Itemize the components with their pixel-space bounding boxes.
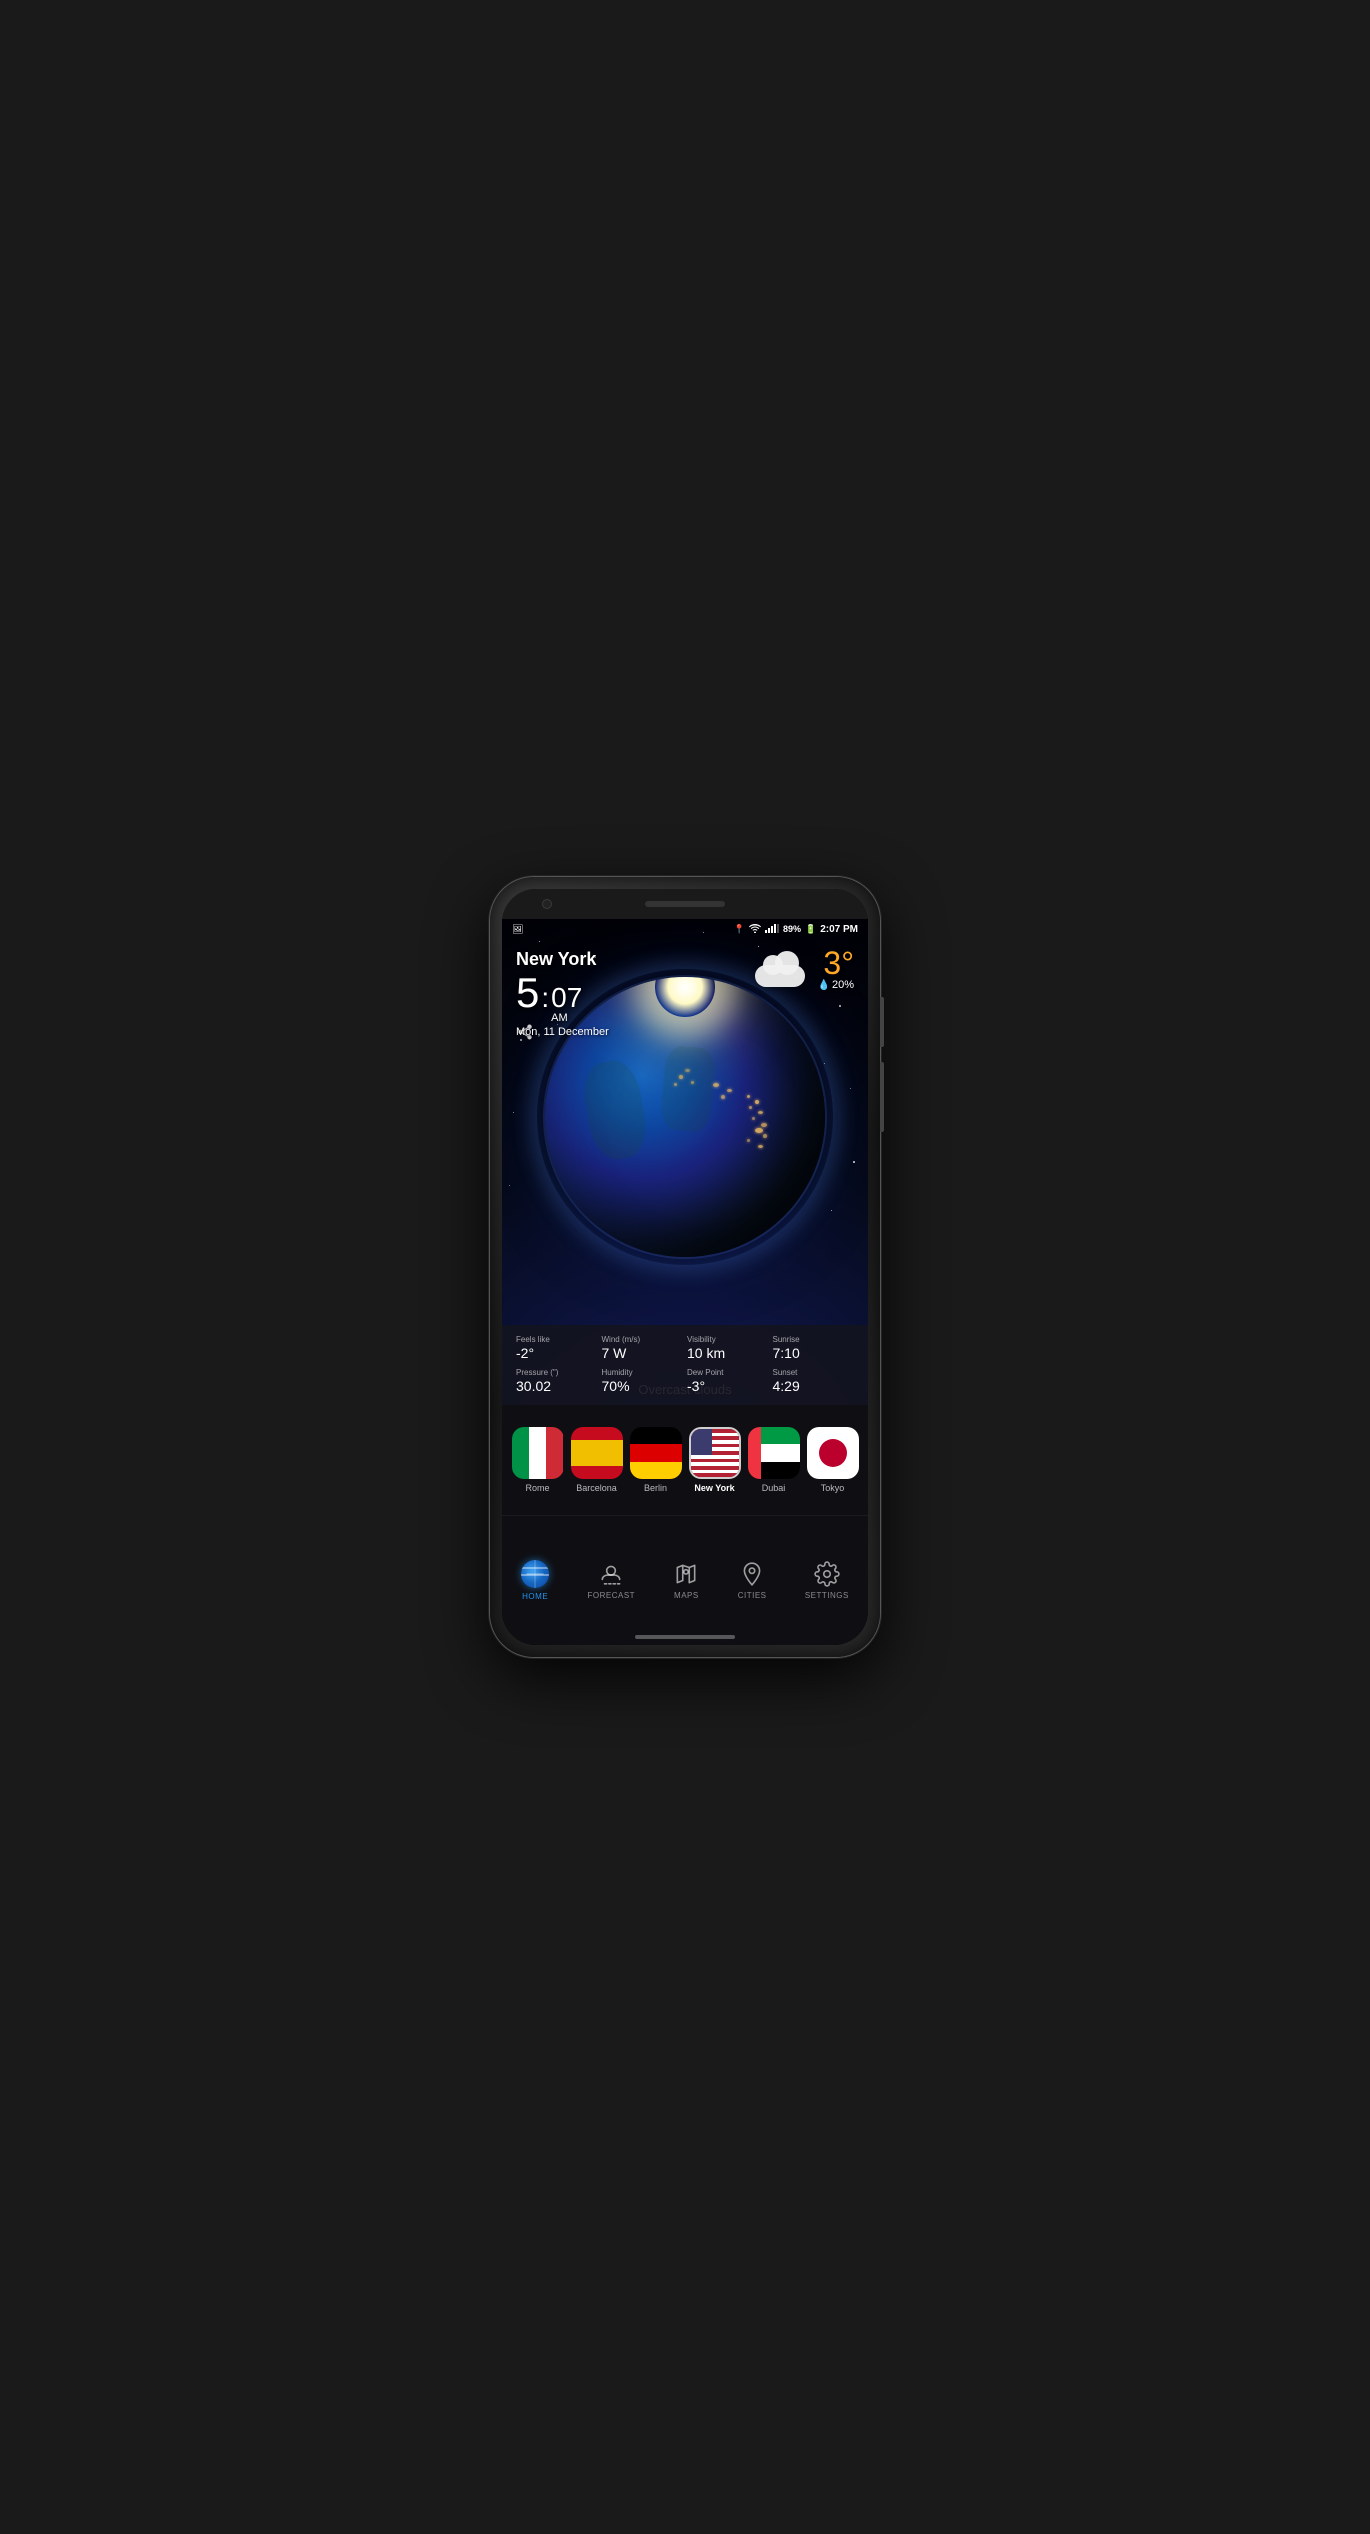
sunset-value: 4:29 (773, 1377, 855, 1395)
wind-value: 7 W (602, 1344, 684, 1362)
wind-label: Wind (m/s) (602, 1335, 684, 1344)
battery-percent: 89% (783, 924, 801, 934)
sunset-label: Sunset (773, 1368, 855, 1377)
detail-dew-point: Dew Point -3° (687, 1368, 769, 1395)
nav-settings-label: SETTINGS (805, 1591, 849, 1600)
city-label-barcelona: Barcelona (576, 1483, 617, 1493)
detail-humidity: Humidity 70% (602, 1368, 684, 1395)
city-selector: Rome Barcelona (502, 1405, 868, 1515)
city-label-tokyo: Tokyo (821, 1483, 845, 1493)
bottom-navigation: HOME FORECAST M (502, 1515, 868, 1645)
nav-home[interactable]: HOME (513, 1552, 557, 1609)
nav-cities-label: CITIES (738, 1591, 767, 1600)
time-hour: 5 (516, 972, 539, 1014)
city-item-rome[interactable]: Rome (512, 1427, 564, 1493)
city-label-rome: Rome (525, 1483, 549, 1493)
speaker (645, 901, 725, 907)
detail-visibility: Visibility 10 km (687, 1335, 769, 1362)
time-ampm: AM (551, 1012, 568, 1024)
feels-like-label: Feels like (516, 1335, 598, 1344)
visibility-value: 10 km (687, 1344, 769, 1362)
city-item-newyork[interactable]: New York (689, 1427, 741, 1493)
detail-sunset: Sunset 4:29 (773, 1368, 855, 1395)
city-item-dubai[interactable]: Dubai (748, 1427, 800, 1493)
time-min-ampm: 07 AM (551, 984, 582, 1024)
city-label-berlin: Berlin (644, 1483, 667, 1493)
weather-details-panel: Feels like -2° Wind (m/s) 7 W Visibility… (502, 1325, 868, 1405)
city-item-tokyo[interactable]: Tokyo (807, 1427, 859, 1493)
detail-wind: Wind (m/s) 7 W (602, 1335, 684, 1362)
settings-icon (814, 1561, 840, 1587)
nav-home-label: HOME (522, 1592, 548, 1601)
phone-device: 🖼 📍 89% 🔋 2:07 PM (490, 877, 880, 1657)
nav-forecast[interactable]: FORECAST (579, 1553, 643, 1608)
city-name: New York (516, 949, 854, 970)
flag-dubai (748, 1427, 800, 1479)
time-minutes: 07 (551, 984, 582, 1012)
sunrise-value: 7:10 (773, 1344, 855, 1362)
visibility-label: Visibility (687, 1335, 769, 1344)
detail-sunrise: Sunrise 7:10 (773, 1335, 855, 1362)
city-item-barcelona[interactable]: Barcelona (571, 1427, 623, 1493)
screen-content: 🖼 📍 89% 🔋 2:07 PM (502, 917, 868, 1645)
weather-overlay: New York 5 : 07 AM Mon, 11 December (502, 941, 868, 1046)
forecast-icon (598, 1561, 624, 1587)
front-camera (542, 899, 552, 909)
nav-maps-label: MAPS (674, 1591, 699, 1600)
nav-maps[interactable]: MAPS (665, 1553, 707, 1608)
phone-screen: 🖼 📍 89% 🔋 2:07 PM (502, 889, 868, 1645)
location-icon: 📍 (734, 924, 745, 935)
city-label-dubai: Dubai (762, 1483, 786, 1493)
clock-time: 2:07 PM (820, 924, 858, 935)
humidity-value: 70% (602, 1377, 684, 1395)
city-label-newyork: New York (694, 1483, 734, 1493)
cities-icon (739, 1561, 765, 1587)
flag-newyork (689, 1427, 741, 1479)
battery-icon: 🔋 (805, 924, 816, 935)
detail-pressure: Pressure (") 30.02 (516, 1368, 598, 1395)
signal-icon (765, 924, 779, 935)
humidity-label: Humidity (602, 1368, 684, 1377)
flag-berlin (630, 1427, 682, 1479)
japan-circle (819, 1439, 847, 1467)
dew-point-label: Dew Point (687, 1368, 769, 1377)
maps-icon (673, 1561, 699, 1587)
nav-cities[interactable]: CITIES (730, 1553, 775, 1608)
status-bar: 🖼 📍 89% 🔋 2:07 PM (502, 917, 868, 941)
flag-rome (512, 1427, 564, 1479)
time-colon: : (541, 982, 549, 1014)
flag-tokyo (807, 1427, 859, 1479)
sunrise-label: Sunrise (773, 1335, 855, 1344)
pressure-value: 30.02 (516, 1377, 598, 1395)
date-display: Mon, 11 December (516, 1026, 854, 1038)
time-display: 5 : 07 AM (516, 972, 854, 1024)
flag-barcelona (571, 1427, 623, 1479)
phone-top-hardware (502, 889, 868, 919)
city-item-berlin[interactable]: Berlin (630, 1427, 682, 1493)
nav-settings[interactable]: SETTINGS (797, 1553, 857, 1608)
detail-feels-like: Feels like -2° (516, 1335, 598, 1362)
nav-forecast-label: FORECAST (587, 1591, 635, 1600)
wifi-icon (749, 924, 761, 935)
home-indicator (635, 1635, 735, 1639)
feels-like-value: -2° (516, 1344, 598, 1362)
home-globe-icon (521, 1560, 549, 1588)
pressure-label: Pressure (") (516, 1368, 598, 1377)
status-bar-left: 🖼 (512, 924, 523, 935)
status-bar-right: 📍 89% 🔋 2:07 PM (734, 924, 858, 935)
dew-point-value: -3° (687, 1377, 769, 1395)
